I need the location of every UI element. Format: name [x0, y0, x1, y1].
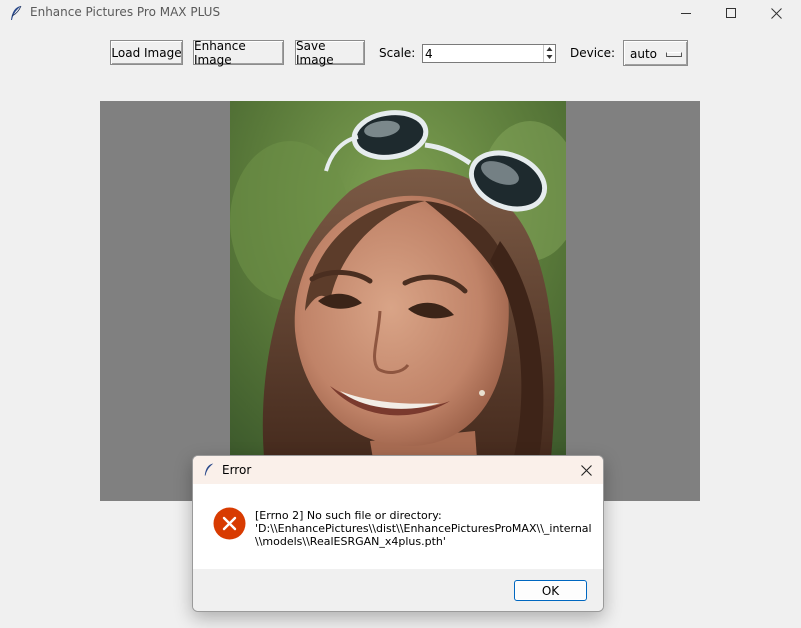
dialog-footer: OK	[193, 569, 603, 611]
scale-value: 4	[425, 47, 433, 61]
close-icon	[580, 464, 592, 476]
error-message-line: [Errno 2] No such file or directory:	[255, 509, 442, 522]
image-canvas	[100, 101, 700, 501]
close-icon	[771, 7, 782, 19]
error-message-line: \\models\\RealESRGAN_x4plus.pth'	[255, 535, 446, 548]
maximize-icon	[726, 7, 736, 18]
error-message: [Errno 2] No such file or directory: 'D:…	[255, 509, 592, 548]
maximize-button[interactable]	[709, 0, 754, 26]
dialog-title: Error	[222, 463, 252, 477]
error-message-line: 'D:\\EnhancePictures\\dist\\EnhancePictu…	[255, 522, 592, 535]
dialog-close-button[interactable]	[575, 460, 597, 480]
close-button[interactable]	[754, 0, 799, 26]
window-title: Enhance Pictures Pro MAX PLUS	[30, 5, 221, 19]
minimize-button[interactable]	[664, 0, 709, 26]
arrow-up-icon[interactable]	[545, 45, 554, 53]
device-menu-button[interactable]: auto	[623, 40, 688, 66]
enhance-image-button[interactable]: Enhance Image	[193, 39, 284, 67]
load-image-button[interactable]: Load Image	[110, 40, 183, 65]
device-label: Device:	[570, 46, 616, 60]
scale-spinbox[interactable]: 4	[422, 44, 556, 63]
spin-arrows	[543, 45, 555, 62]
dialog-title-bar: Error	[193, 456, 603, 484]
device-value: auto	[630, 47, 658, 61]
minimize-icon	[681, 12, 691, 14]
arrow-down-icon[interactable]	[545, 53, 554, 61]
feather-icon	[204, 463, 214, 476]
error-icon	[213, 507, 246, 540]
error-dialog: Error [Errno 2] No such file or director…	[192, 455, 604, 612]
ok-button[interactable]: OK	[514, 580, 587, 601]
scale-label: Scale:	[379, 46, 416, 60]
option-menu-indicator-icon	[666, 52, 682, 57]
title-bar: Enhance Pictures Pro MAX PLUS	[0, 0, 801, 26]
save-image-button[interactable]: Save Image	[295, 39, 365, 67]
portrait-photo	[230, 101, 566, 501]
feather-icon	[11, 5, 22, 20]
